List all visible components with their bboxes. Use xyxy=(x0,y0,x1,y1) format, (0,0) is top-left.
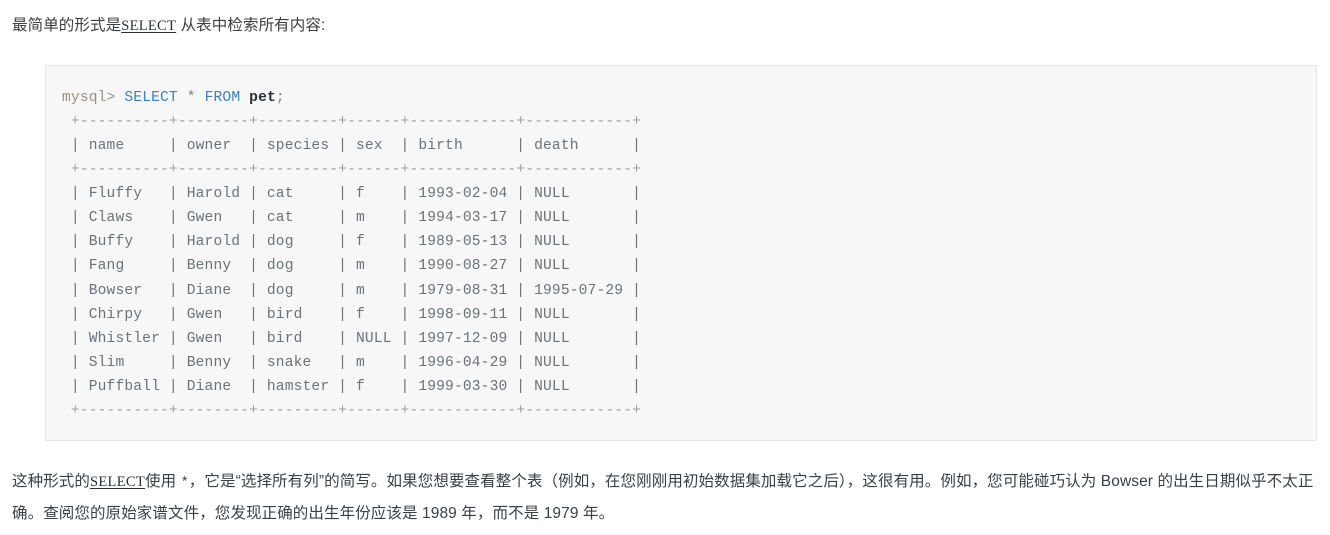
mysql-prompt: mysql> xyxy=(62,89,116,106)
inline-star-operator: * xyxy=(180,475,189,491)
intro-text-after: 从表中检索所有内容: xyxy=(176,17,326,34)
outro-paragraph: 这种形式的SELECT使用 *，它是“选择所有列”的简写。如果您想要查看整个表（… xyxy=(10,441,1320,529)
code-block: mysql> SELECT * FROM pet; +----------+--… xyxy=(45,64,1317,441)
table-separator-header: +----------+--------+---------+------+--… xyxy=(70,162,642,179)
table-row: | Claws | Gwen | cat | m | 1994-03-17 | … xyxy=(70,210,642,227)
outro-text-part1: 这种形式的 xyxy=(12,472,91,490)
table-row: | Fang | Benny | dog | m | 1990-08-27 | … xyxy=(70,258,642,275)
sql-semicolon: ; xyxy=(275,89,285,106)
sql-table-name: pet xyxy=(249,89,276,106)
sql-keyword-from: FROM xyxy=(204,89,241,106)
table-row: | Chirpy | Gwen | bird | f | 1998-09-11 … xyxy=(70,306,642,323)
table-header-row: | name | owner | species | sex | birth |… xyxy=(70,137,642,154)
documentation-page: 最简单的形式是SELECT 从表中检索所有内容: mysql> SELECT *… xyxy=(0,0,1330,529)
intro-text-before: 最简单的形式是 xyxy=(12,17,122,34)
mysql-console-output: mysql> SELECT * FROM pet; +----------+--… xyxy=(62,86,1316,423)
inline-code-select-2: SELECT xyxy=(90,473,145,490)
table-row: | Slim | Benny | snake | m | 1996-04-29 … xyxy=(70,354,642,371)
table-row: | Whistler | Gwen | bird | NULL | 1997-1… xyxy=(70,330,642,347)
table-row: | Puffball | Diane | hamster | f | 1999-… xyxy=(70,378,642,395)
intro-paragraph: 最简单的形式是SELECT 从表中检索所有内容: xyxy=(10,0,1320,39)
outro-text-part3: ，它是“选择所有列”的简写。如果您想要查看整个表（例如，在您刚刚用初始数据集加载… xyxy=(12,472,1314,522)
inline-code-select: SELECT xyxy=(121,18,177,34)
sql-star-operator: * xyxy=(186,89,196,106)
table-separator-bottom: +----------+--------+---------+------+--… xyxy=(70,403,642,420)
table-row: | Fluffy | Harold | cat | f | 1993-02-04… xyxy=(70,186,642,203)
outro-text-part2: 使用 xyxy=(144,472,181,490)
sql-keyword-select: SELECT xyxy=(124,89,178,106)
table-row: | Buffy | Harold | dog | f | 1989-05-13 … xyxy=(70,234,642,251)
table-row: | Bowser | Diane | dog | m | 1979-08-31 … xyxy=(70,282,642,299)
table-separator-top: +----------+--------+---------+------+--… xyxy=(70,113,642,130)
